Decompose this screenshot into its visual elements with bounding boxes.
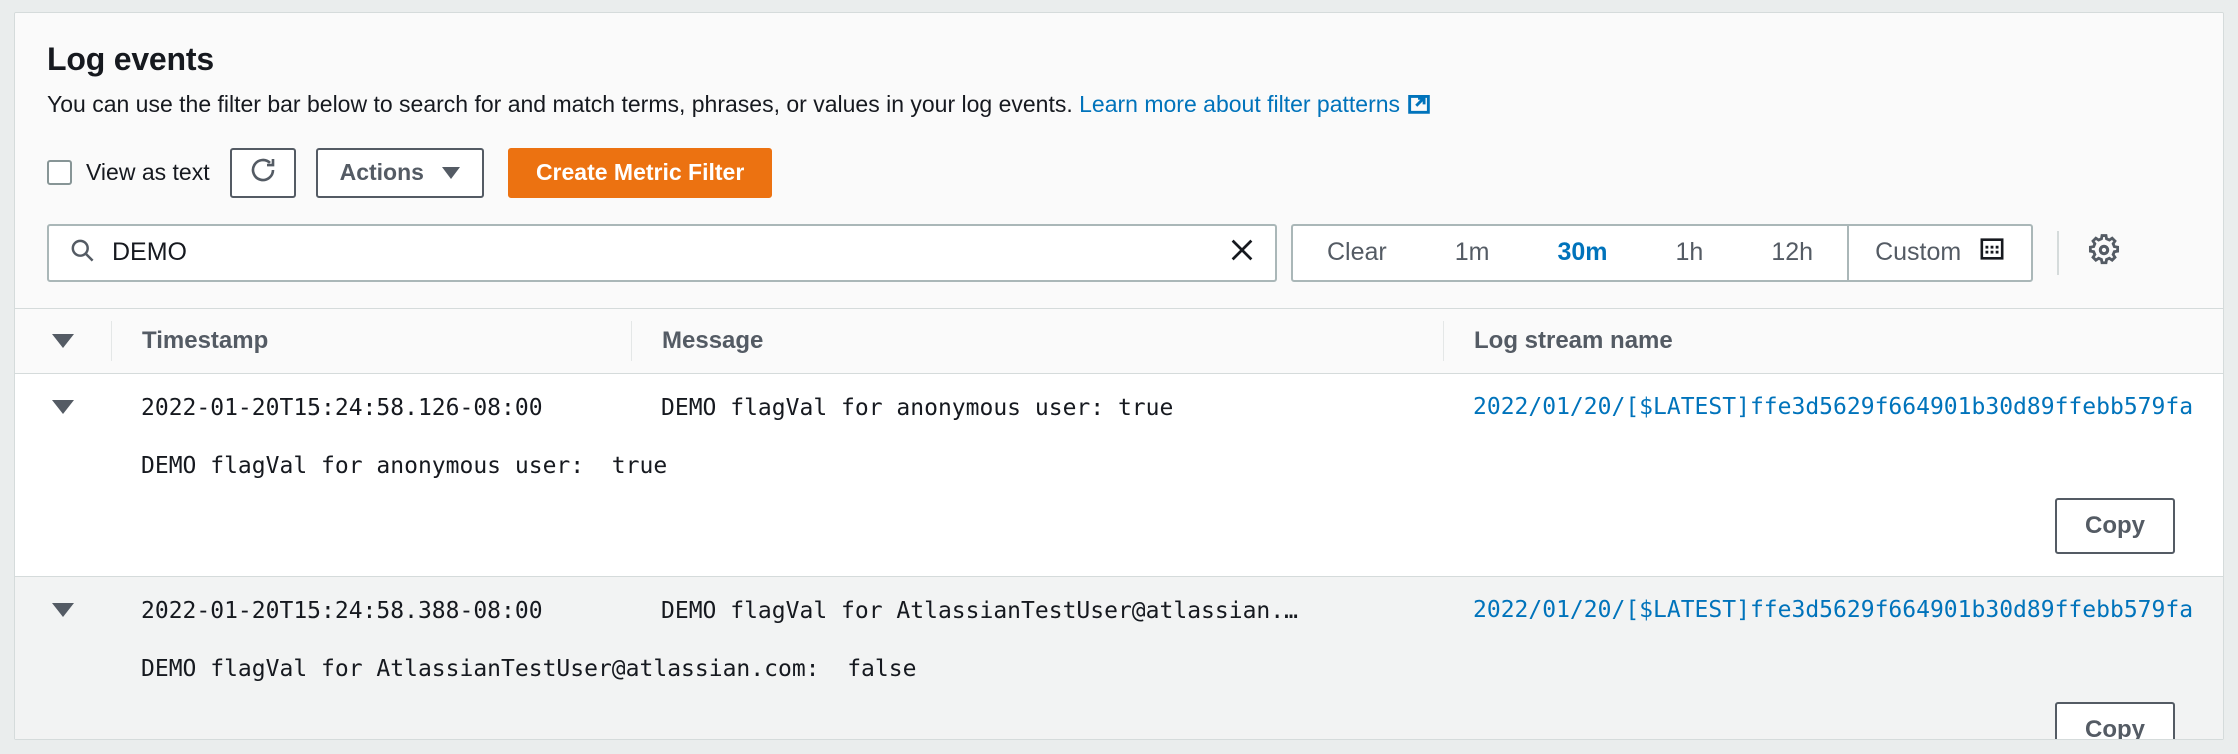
log-event-detail: DEMO flagVal for AtlassianTestUser@atlas… (15, 637, 2223, 684)
panel-description-text: You can use the filter bar below to sear… (47, 91, 1073, 117)
table-row: 2022-01-20T15:24:58.388-08:00 DEMO flagV… (15, 577, 2223, 740)
log-event-summary: 2022-01-20T15:24:58.388-08:00 DEMO flagV… (15, 577, 2223, 637)
refresh-button[interactable] (230, 148, 296, 198)
refresh-icon (248, 155, 278, 191)
copy-button[interactable]: Copy (2055, 498, 2175, 554)
column-header-timestamp-label: Timestamp (142, 327, 268, 355)
screenshot-root: Log events You can use the filter bar be… (0, 0, 2238, 754)
message-value: DEMO flagVal for anonymous user: true (661, 394, 1173, 423)
cell-timestamp: 2022-01-20T15:24:58.126-08:00 (111, 394, 631, 423)
caret-down-icon (52, 400, 74, 414)
panel-description: You can use the filter bar below to sear… (47, 90, 2191, 122)
column-header-stream-label: Log stream name (1474, 327, 1673, 355)
table-header-row: Timestamp Message Log stream name (15, 309, 2223, 374)
column-header-stream[interactable]: Log stream name (1443, 321, 2223, 361)
settings-button[interactable] (2057, 231, 2121, 275)
timestamp-value: 2022-01-20T15:24:58.388-08:00 (141, 597, 543, 626)
log-stream-link[interactable]: 2022/01/20/[$LATEST]ffe3d5629f664901b30d… (1473, 394, 2193, 420)
learn-more-link[interactable]: Learn more about filter patterns (1079, 91, 1430, 117)
view-as-text-label: View as text (86, 159, 210, 186)
time-range-clear[interactable]: Clear (1293, 226, 1421, 280)
log-event-detail-text: DEMO flagVal for anonymous user: true (141, 453, 667, 479)
actions-button[interactable]: Actions (316, 148, 484, 198)
filter-bar: Clear 1m 30m 1h 12h Custom (47, 224, 2191, 308)
log-stream-link[interactable]: 2022/01/20/[$LATEST]ffe3d5629f664901b30d… (1473, 597, 2193, 623)
log-event-actions: Copy (15, 480, 2223, 576)
time-range-1h[interactable]: 1h (1642, 226, 1738, 280)
view-as-text-checkbox[interactable] (47, 160, 72, 185)
time-range-30m[interactable]: 30m (1523, 226, 1641, 280)
actions-button-label: Actions (340, 159, 424, 186)
log-event-detail: DEMO flagVal for anonymous user: true (15, 434, 2223, 481)
time-range-custom-label: Custom (1875, 238, 1961, 267)
time-range-selector: Clear 1m 30m 1h 12h Custom (1291, 224, 2033, 282)
cell-message: DEMO flagVal for AtlassianTestUser@atlas… (631, 597, 1443, 626)
cell-stream: 2022/01/20/[$LATEST]ffe3d5629f664901b30d… (1443, 394, 2223, 420)
copy-button-label: Copy (2085, 716, 2145, 740)
time-range-custom[interactable]: Custom (1847, 226, 2031, 280)
log-event-detail-text: DEMO flagVal for AtlassianTestUser@atlas… (141, 656, 916, 682)
message-value: DEMO flagVal for AtlassianTestUser@atlas… (661, 597, 1298, 626)
search-icon (69, 237, 96, 269)
row-expand-toggle[interactable] (15, 597, 111, 637)
gear-icon (2087, 233, 2121, 272)
cell-timestamp: 2022-01-20T15:24:58.388-08:00 (111, 597, 631, 626)
column-header-message-label: Message (662, 327, 763, 355)
view-as-text-control[interactable]: View as text (47, 159, 210, 186)
timestamp-value: 2022-01-20T15:24:58.126-08:00 (141, 394, 543, 423)
log-events-table: Timestamp Message Log stream name 2022-0… (15, 308, 2223, 740)
log-event-summary: 2022-01-20T15:24:58.126-08:00 DEMO flagV… (15, 374, 2223, 434)
log-event-actions: Copy (15, 684, 2223, 740)
column-header-timestamp[interactable]: Timestamp (111, 321, 631, 361)
cell-message: DEMO flagVal for anonymous user: true (631, 394, 1443, 423)
page-title: Log events (47, 41, 2191, 78)
toolbar: View as text Actions Create Metric Filte… (47, 148, 2191, 198)
table-row: 2022-01-20T15:24:58.126-08:00 DEMO flagV… (15, 374, 2223, 578)
external-link-icon (1408, 92, 1430, 122)
caret-down-icon (52, 334, 74, 348)
create-metric-filter-button[interactable]: Create Metric Filter (508, 148, 772, 198)
copy-button-label: Copy (2085, 512, 2145, 540)
column-header-message[interactable]: Message (631, 321, 1443, 361)
copy-button[interactable]: Copy (2055, 702, 2175, 740)
cell-stream: 2022/01/20/[$LATEST]ffe3d5629f664901b30d… (1443, 597, 2223, 623)
time-range-1m[interactable]: 1m (1421, 226, 1524, 280)
create-metric-filter-label: Create Metric Filter (536, 159, 744, 186)
search-input[interactable] (112, 238, 1227, 267)
caret-down-icon (52, 603, 74, 617)
time-range-12h[interactable]: 12h (1737, 226, 1847, 280)
chevron-down-icon (442, 167, 460, 179)
panel-header: Log events You can use the filter bar be… (15, 13, 2223, 308)
learn-more-link-label: Learn more about filter patterns (1079, 91, 1400, 117)
clear-search-icon[interactable] (1227, 235, 1257, 270)
calendar-icon (1979, 236, 2005, 269)
row-expand-toggle[interactable] (15, 394, 111, 434)
log-events-panel: Log events You can use the filter bar be… (14, 12, 2224, 740)
expand-all-toggle[interactable] (15, 334, 111, 348)
search-box[interactable] (47, 224, 1277, 282)
